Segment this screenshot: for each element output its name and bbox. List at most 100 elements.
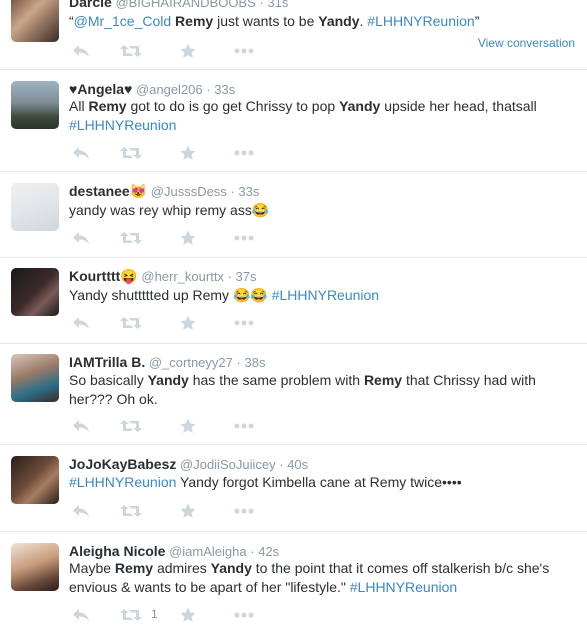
reply-icon[interactable] xyxy=(69,416,93,436)
more-icon[interactable] xyxy=(232,605,256,625)
avatar[interactable] xyxy=(11,543,59,591)
author-handle[interactable]: @_cortneyy27 xyxy=(149,355,233,370)
tweet-item[interactable]: Kourtttt😝 @herr_kourttx · 37s Yandy shut… xyxy=(0,258,587,344)
retweet-icon[interactable] xyxy=(119,313,143,333)
avatar[interactable] xyxy=(11,81,59,129)
author-name[interactable]: destanee😻 xyxy=(69,183,147,199)
star-icon xyxy=(180,418,196,433)
author-name[interactable]: ♥Angela♥ xyxy=(69,81,132,97)
timestamp[interactable]: 33s xyxy=(238,184,259,199)
timestamp[interactable]: 42s xyxy=(258,544,279,559)
star-icon[interactable] xyxy=(176,313,200,333)
avatar[interactable] xyxy=(11,0,59,42)
author-handle[interactable]: @herr_kourttx xyxy=(141,269,224,284)
highlighted-term: Yandy xyxy=(318,13,360,29)
retweet-icon[interactable] xyxy=(119,41,143,61)
more-icon[interactable] xyxy=(232,416,256,436)
more-icon xyxy=(234,508,254,514)
star-icon[interactable] xyxy=(176,501,200,521)
hashtag-link[interactable]: #LHHNYReunion xyxy=(367,13,474,29)
star-icon[interactable] xyxy=(176,228,200,248)
reply-icon[interactable] xyxy=(69,605,93,625)
hashtag-link[interactable]: #LHHNYReunion xyxy=(350,579,457,595)
mention-link[interactable]: @Mr_1ce_Cold xyxy=(74,13,171,29)
text-segment: All xyxy=(69,98,89,114)
tweet-item[interactable]: Darcie @BIGHAIRANDBOOBS · 31s “@Mr_1ce_C… xyxy=(0,0,587,70)
retweet-icon xyxy=(120,420,142,432)
reply-icon[interactable] xyxy=(69,41,93,61)
tweet-item[interactable]: JoJoKayBabesz @JodiiSoJuiicey · 40s #LHH… xyxy=(0,445,587,532)
author-handle[interactable]: @angel206 xyxy=(136,82,203,97)
separator-dot: · xyxy=(279,457,284,472)
reply-icon[interactable] xyxy=(69,313,93,333)
author-name[interactable]: Aleigha Nicole xyxy=(69,543,165,559)
star-icon[interactable] xyxy=(176,416,200,436)
tweet-text: All Remy got to do is go get Chrissy to … xyxy=(69,97,574,135)
star-icon[interactable] xyxy=(176,41,200,61)
text-segment: got to do is go get Chrissy to pop xyxy=(126,98,340,114)
timestamp[interactable]: 38s xyxy=(244,355,265,370)
reply-icon[interactable] xyxy=(69,143,93,163)
reply-icon xyxy=(73,505,89,517)
more-icon xyxy=(234,612,254,618)
more-icon[interactable] xyxy=(232,143,256,163)
tweet-actions xyxy=(69,228,289,248)
author-handle[interactable]: @BIGHAIRANDBOOBS xyxy=(115,0,255,10)
reply-icon xyxy=(73,609,89,621)
tweet-header: destanee😻 @JusssDess · 33s xyxy=(69,183,259,200)
highlighted-term: Remy xyxy=(175,13,214,29)
reply-icon xyxy=(73,232,89,244)
timestamp[interactable]: 40s xyxy=(287,457,308,472)
hashtag-link[interactable]: #LHHNYReunion xyxy=(272,287,379,303)
author-name[interactable]: Kourtttt😝 xyxy=(69,268,138,284)
author-name[interactable]: IAMTrilla B. xyxy=(69,354,145,370)
reply-icon[interactable] xyxy=(69,228,93,248)
avatar[interactable] xyxy=(11,354,59,402)
star-icon[interactable] xyxy=(176,143,200,163)
highlighted-term: Yandy xyxy=(339,98,381,114)
hashtag-link[interactable]: #LHHNYReunion xyxy=(69,474,176,490)
avatar[interactable] xyxy=(11,183,59,231)
more-icon[interactable] xyxy=(232,501,256,521)
text-segment: just wants to be xyxy=(213,13,319,29)
tweet-item[interactable]: IAMTrilla B. @_cortneyy27 · 38s So basic… xyxy=(0,344,587,445)
more-icon xyxy=(234,423,254,429)
reply-icon xyxy=(73,147,89,159)
highlighted-term: Remy xyxy=(114,560,154,576)
avatar[interactable] xyxy=(11,456,59,504)
tweet-item[interactable]: ♥Angela♥ @angel206 · 33s All Remy got to… xyxy=(0,70,587,172)
avatar[interactable] xyxy=(11,268,59,316)
view-conversation-link[interactable]: View conversation xyxy=(478,36,575,50)
hashtag-link[interactable]: #LHHNYReunion xyxy=(69,117,176,133)
author-name[interactable]: JoJoKayBabesz xyxy=(69,456,176,472)
retweet-icon[interactable] xyxy=(119,605,143,625)
separator-dot: · xyxy=(259,0,264,10)
star-icon[interactable] xyxy=(176,605,200,625)
retweet-icon[interactable] xyxy=(119,416,143,436)
highlighted-term: Remy xyxy=(88,98,127,114)
star-icon xyxy=(180,230,196,245)
timestamp[interactable]: 31s xyxy=(267,0,288,10)
reply-icon[interactable] xyxy=(69,501,93,521)
more-icon[interactable] xyxy=(232,228,256,248)
author-name[interactable]: Darcie xyxy=(69,0,112,10)
author-handle[interactable]: @iamAleigha xyxy=(169,544,247,559)
tweet-item[interactable]: destanee😻 @JusssDess · 33s yandy was rey… xyxy=(0,172,587,258)
author-handle[interactable]: @JodiiSoJuiicey xyxy=(180,457,276,472)
retweet-icon[interactable] xyxy=(119,228,143,248)
tweet-item[interactable]: Aleigha Nicole @iamAleigha · 42s Maybe R… xyxy=(0,532,587,632)
separator-dot: · xyxy=(230,184,235,199)
retweet-icon[interactable] xyxy=(119,501,143,521)
star-icon xyxy=(180,145,196,160)
separator-dot: · xyxy=(227,269,232,284)
more-icon xyxy=(234,320,254,326)
timestamp[interactable]: 37s xyxy=(236,269,257,284)
more-icon[interactable] xyxy=(232,41,256,61)
text-segment: Yandy forgot Kimbella cane at Remy twice… xyxy=(176,474,462,490)
more-icon[interactable] xyxy=(232,313,256,333)
author-handle[interactable]: @JusssDess xyxy=(151,184,227,199)
retweet-icon[interactable] xyxy=(119,143,143,163)
reply-icon xyxy=(73,317,89,329)
timestamp[interactable]: 33s xyxy=(214,82,235,97)
tweet-actions: 1 xyxy=(69,605,289,625)
